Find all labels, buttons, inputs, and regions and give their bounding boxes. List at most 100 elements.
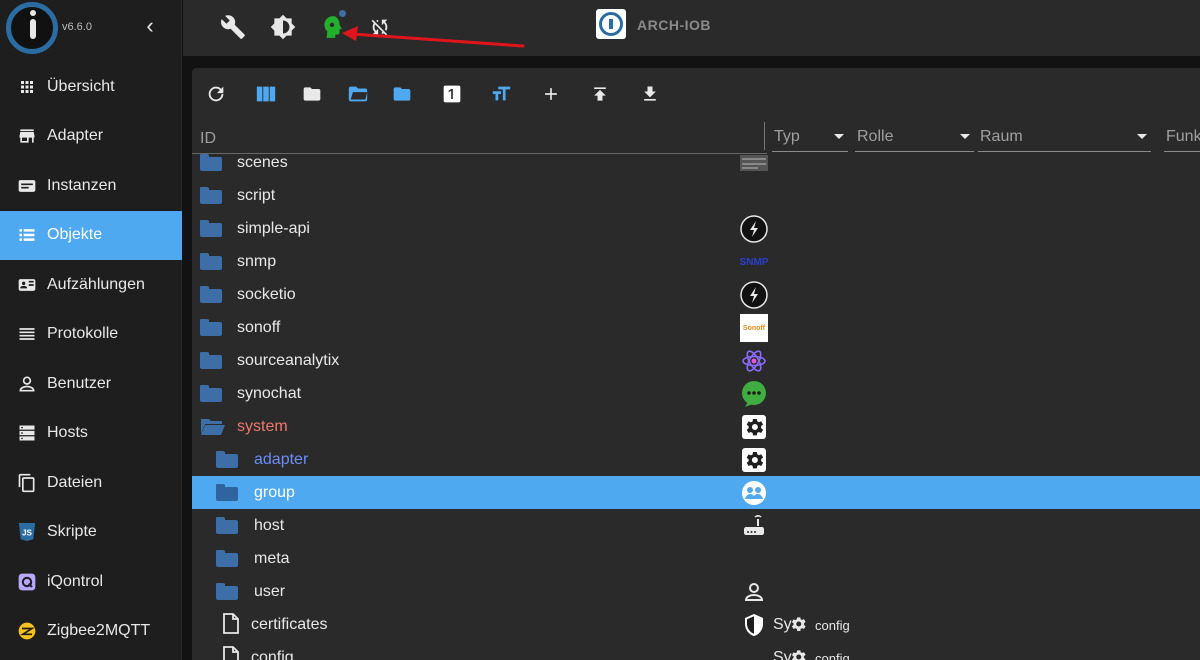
sidebar: v6.6.0 ‹ Übersicht Adapter Instanzen Objekt… [0,0,182,660]
sidebar-item-instanzen[interactable]: Instanzen [0,161,182,210]
sidebar-item-label: Aufzählungen [47,275,145,293]
tree-row-label: synochat [237,385,302,402]
folder-icon [200,385,222,402]
group-icon [740,479,768,507]
tree-row-label: group [254,484,295,501]
log-icon [17,324,37,344]
tree-row-label: host [254,517,285,534]
tree-row-group[interactable]: group [192,476,1200,509]
wrench-icon[interactable] [220,14,246,40]
list-icon [17,225,37,245]
chevron-down-icon [960,134,970,139]
sidebar-item-label: Skripte [47,523,97,540]
tree-row-config[interactable]: config Sy config [192,641,1200,660]
tree-row-label: user [254,583,286,600]
sidebar-item-hosts[interactable]: Hosts [0,409,182,458]
sidebar-item-label: Dateien [47,473,103,491]
person-icon [740,578,768,606]
tree-row-meta[interactable]: meta [192,542,1200,575]
tree-row-label: simple-api [237,220,310,237]
tree-row-label: snmp [237,253,277,270]
text-size-icon[interactable] [489,82,513,106]
sidebar-item-skripte[interactable]: JS Skripte [0,508,182,557]
tree-row-label: certificates [251,616,328,633]
tree-row-certificates[interactable]: certificates Sy config [192,608,1200,641]
folder-icon [200,319,222,336]
tree-row-host[interactable]: host [192,509,1200,542]
sidebar-item-dateien[interactable]: Dateien [0,458,182,507]
tree-row-label: sonoff [237,319,281,336]
instances-icon [17,176,37,196]
tree-row-adapter[interactable]: adapter [192,443,1200,476]
sidebar-item--bersicht[interactable]: Übersicht [0,62,182,111]
file-icon [222,646,244,660]
red-arrow-annotation [342,26,525,48]
tree-row-label: adapter [254,451,309,468]
gear-box [740,413,768,441]
chevron-down-icon [1137,134,1147,139]
folder-icon [216,517,238,534]
sidebar-item-adapter[interactable]: Adapter [0,112,182,161]
tree-row-synochat[interactable]: synochat [192,377,1200,410]
sidebar-item-label: Adapter [47,127,104,144]
folder-icon [200,253,222,270]
store-icon [17,126,37,146]
number-one-icon[interactable] [440,82,464,106]
folder-open-icon[interactable] [346,82,370,106]
download-icon[interactable] [638,82,662,106]
tree-row-scenes[interactable]: scenes [192,146,1200,179]
add-icon[interactable] [539,82,563,106]
sidebar-item-benutzer[interactable]: Benutzer [0,359,182,408]
folder-closed-icon[interactable] [390,82,414,106]
js-icon: JS [17,522,37,542]
scenes-thumb [740,149,768,177]
sidebar-item-zigbee2mqtt[interactable]: Zigbee2MQTT [0,607,182,656]
upload-icon[interactable] [588,82,612,106]
router-icon [740,512,768,540]
files-icon [17,473,37,493]
shield-icon [740,611,768,639]
role-cell: config [815,618,850,633]
folder-icon [216,451,238,468]
columns-icon[interactable] [254,82,278,106]
tree-row-system[interactable]: system [192,410,1200,443]
host-name: ARCH-IOB [637,17,711,33]
sidebar-item-aufz-hlungen[interactable]: Aufzählungen [0,260,182,309]
sidebar-item-objekte[interactable]: Objekte [0,210,182,260]
sidebar-item-label: Benutzer [47,374,112,392]
theme-toggle-icon[interactable] [270,14,296,40]
tree-row-sourceanalytix[interactable]: sourceanalytix [192,344,1200,377]
user-icon [17,374,37,394]
tree-row-socketio[interactable]: socketio [192,278,1200,311]
folder-icon[interactable] [300,82,324,106]
folder-icon [200,220,222,237]
tree-row-label: script [237,187,276,204]
snmp-text: SNMP [739,256,769,268]
chat-bubble [740,380,768,408]
enum-icon [17,275,37,295]
bolt-circle [740,281,768,309]
svg-text:JS: JS [22,529,32,538]
tree-row-user[interactable]: user [192,575,1200,608]
sidebar-item-iqontrol[interactable]: iQontrol [0,557,182,606]
tree-row-simple-api[interactable]: simple-api [192,212,1200,245]
zigbee-icon [17,621,37,641]
file-icon [222,613,244,634]
folder-icon [216,583,238,600]
gear-icon [788,647,808,660]
folder-icon [200,154,222,171]
sidebar-item-protokolle[interactable]: Protokolle [0,310,182,359]
collapse-sidebar-button[interactable]: ‹ [140,14,160,38]
sidebar-item-label: Protokolle [47,325,119,342]
top-bar: ARCH-IOB [183,0,1200,56]
tree-row-label: meta [254,550,290,567]
tree-row-sonoff[interactable]: sonoff Sonoff [192,311,1200,344]
bolt-circle [740,215,768,243]
iobroker-logo[interactable] [6,2,58,54]
iobroker-host-icon[interactable] [596,9,626,39]
tree-row-snmp[interactable]: snmp SNMP [192,245,1200,278]
sidebar-item-label: Übersicht [47,77,115,95]
refresh-icon[interactable] [204,82,228,106]
folder-icon [200,286,222,303]
tree-row-script[interactable]: script [192,179,1200,212]
